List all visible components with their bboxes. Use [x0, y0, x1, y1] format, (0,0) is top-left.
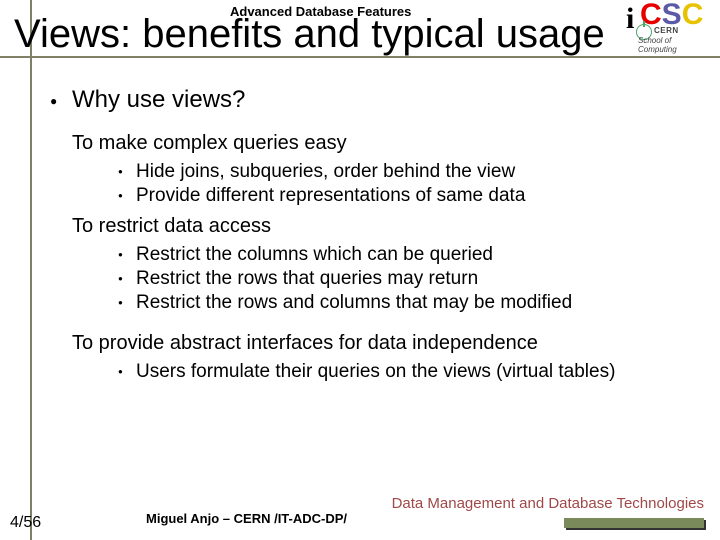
bullet: Restrict the rows and columns that may b… — [118, 292, 690, 314]
bullet: Restrict the rows that queries may retur… — [118, 268, 690, 290]
logo-cern: CERN — [654, 26, 679, 35]
footer-author: Miguel Anjo – CERN /IT-ADC-DP/ — [146, 511, 347, 526]
bullet: Provide different representations of sam… — [118, 185, 690, 207]
logo-i-icon: i — [626, 2, 634, 36]
logo-sub: School of Computing — [638, 36, 710, 54]
bullet: Restrict the columns which can be querie… — [118, 244, 690, 266]
footer-bar — [564, 518, 704, 528]
heading-why: Why use views? — [50, 86, 690, 114]
bullet: Hide joins, subqueries, order behind the… — [118, 161, 690, 183]
sub-abstract: To provide abstract interfaces for data … — [72, 332, 690, 355]
footer-topic: Data Management and Database Technologie… — [392, 495, 704, 512]
rule-vertical — [30, 0, 32, 540]
content: Why use views? To make complex queries e… — [50, 86, 690, 383]
slide: Advanced Database Features Views: benefi… — [0, 0, 720, 540]
bullet: Users formulate their queries on the vie… — [118, 361, 690, 383]
logo: i CSC CERN School of Computing — [626, 2, 710, 56]
sub-complex: To make complex queries easy — [72, 132, 690, 155]
sub-restrict: To restrict data access — [72, 215, 690, 238]
page-number: 4/56 — [10, 514, 41, 532]
page-title: Views: benefits and typical usage — [14, 12, 605, 57]
